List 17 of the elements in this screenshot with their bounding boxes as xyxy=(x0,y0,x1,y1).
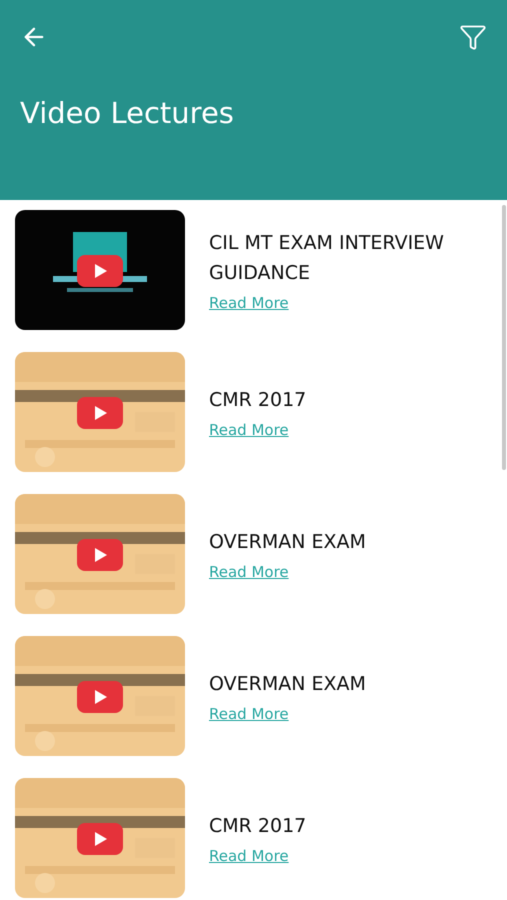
filter-button[interactable] xyxy=(459,23,487,51)
video-title: CMR 2017 xyxy=(209,814,308,839)
play-icon xyxy=(77,823,123,855)
video-title: CIL MT EXAM INTERVIEW GUIDANCE xyxy=(209,231,445,286)
video-title: CMR 2017 xyxy=(209,388,308,413)
read-more-link[interactable]: Read More xyxy=(209,847,289,865)
play-icon xyxy=(77,255,123,287)
video-title: OVERMAN EXAM xyxy=(209,530,367,555)
read-more-link[interactable]: Read More xyxy=(209,421,289,439)
read-more-link[interactable]: Read More xyxy=(209,563,289,581)
play-icon xyxy=(77,397,123,429)
play-icon xyxy=(77,539,123,571)
read-more-link[interactable]: Read More xyxy=(209,294,289,312)
play-icon xyxy=(77,681,123,713)
video-title: OVERMAN EXAM xyxy=(209,672,367,697)
page-title: Video Lectures xyxy=(20,96,235,130)
read-more-link[interactable]: Read More xyxy=(209,705,289,723)
